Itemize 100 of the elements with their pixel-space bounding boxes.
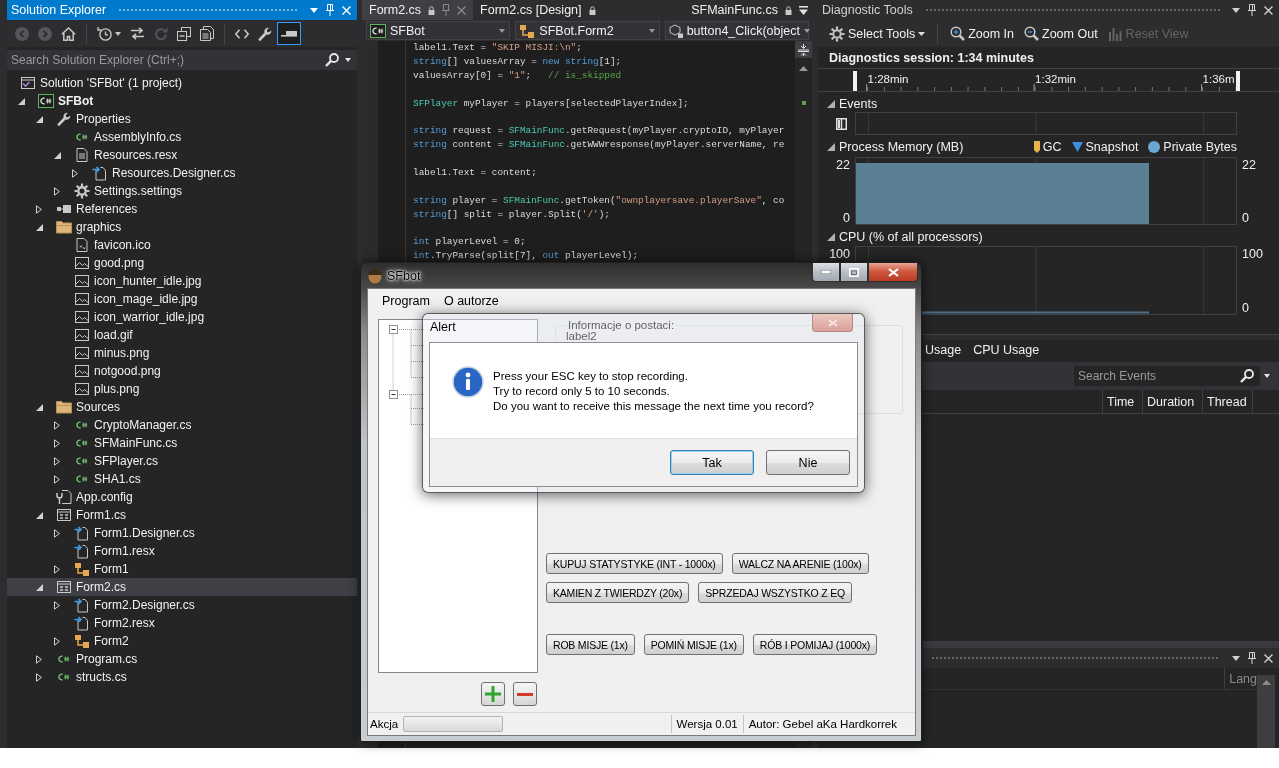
tree-item[interactable]: load.gif [7,326,357,344]
pause-icon[interactable] [836,117,847,130]
collapsed-arrow-icon[interactable] [36,672,42,682]
menu-item[interactable]: Program [375,294,437,308]
tree-item[interactable]: Form1.cs [7,506,357,524]
tree-item[interactable]: Form1 [7,560,357,578]
collapsed-arrow-icon[interactable] [54,528,60,538]
split-handle-icon[interactable] [798,43,809,56]
tree-item[interactable]: notgood.png [7,362,357,380]
tree-item[interactable]: structs.cs [7,668,357,686]
scroll-up-arrow-icon[interactable] [799,66,808,71]
tree-item[interactable]: Solution 'SFBot' (1 project) [7,74,357,92]
dropdown-caret-icon[interactable] [310,7,318,13]
tree-item[interactable]: App.config [7,488,357,506]
collapsed-arrow-icon[interactable] [54,474,60,484]
expanded-arrow-icon[interactable] [36,403,43,411]
expanded-arrow-icon[interactable] [36,223,43,231]
tree-item[interactable]: icon_hunter_idle.jpg [7,272,357,290]
tree-item[interactable]: Form2.Designer.cs [7,596,357,614]
expanded-arrow-icon[interactable] [827,99,835,108]
tree-item[interactable]: SFPlayer.cs [7,452,357,470]
zoom-out-button[interactable]: Zoom Out [1021,22,1101,45]
column-header[interactable]: Time [1102,390,1142,413]
tree-item[interactable]: Form1.Designer.cs [7,524,357,542]
close-icon[interactable] [1264,5,1273,15]
tree-item[interactable]: SFBot [7,92,357,110]
collapsed-arrow-icon[interactable] [54,636,60,646]
expanded-arrow-icon[interactable] [827,142,835,151]
dropdown-caret-icon[interactable] [1232,7,1240,13]
tree-item[interactable]: favicon.ico [7,236,357,254]
expanded-arrow-icon[interactable] [36,115,43,123]
dropdown-caret-icon[interactable] [1264,374,1270,378]
dialog-button[interactable]: Tak [670,450,754,475]
details-tab[interactable]: Usage [925,343,962,359]
close-icon[interactable] [1264,653,1273,663]
tree-item[interactable]: Form2.cs [7,578,357,596]
tree-item[interactable]: AssemblyInfo.cs [7,128,357,146]
collapsed-arrow-icon[interactable] [36,654,42,664]
tree-item[interactable]: CryptoManager.cs [7,416,357,434]
range-handle[interactable] [1236,71,1240,91]
expanded-arrow-icon[interactable] [36,511,43,519]
scroll-up-arrow-icon[interactable] [1261,680,1271,685]
menu-item[interactable]: O autorze [436,294,506,308]
collapsed-arrow-icon[interactable] [54,456,60,466]
minimize-button[interactable] [812,263,840,282]
tree-item[interactable]: Form1.resx [7,542,357,560]
tree-item[interactable]: Program.cs [7,650,357,668]
tree-item[interactable]: plus.png [7,380,357,398]
action-button[interactable]: WALCZ NA ARENIE (100x) [731,553,869,574]
vertical-scrollbar[interactable] [1257,675,1275,748]
collapse-box-icon[interactable] [389,325,398,334]
zoom-in-button[interactable]: Zoom In [947,22,1018,45]
tree-item[interactable]: Settings.settings [7,182,357,200]
add-button[interactable] [481,682,505,706]
collapsed-arrow-icon[interactable] [72,168,78,178]
search-field[interactable]: Search Solution Explorer (Ctrl+;) [7,50,357,70]
collapsed-arrow-icon[interactable] [54,438,60,448]
tree-item[interactable]: References [7,200,357,218]
action-button[interactable]: POMIŃ MISJE (1x) [643,634,744,655]
tree-item[interactable]: Resources.resx [7,146,357,164]
collapse-box-icon[interactable] [389,390,398,399]
dialog-button[interactable]: Nie [766,450,850,475]
expanded-arrow-icon[interactable] [18,97,25,105]
action-button[interactable]: RÓB I POMIJAJ (1000x) [752,634,878,655]
tree-item[interactable]: icon_warrior_idle.jpg [7,308,357,326]
tree-item[interactable]: Form2 [7,632,357,650]
action-button[interactable]: SPRZEDAJ WSZYSTKO Z EQ [698,582,852,603]
expanded-arrow-icon[interactable] [827,232,835,241]
column-header[interactable]: Thread [1202,390,1252,413]
tab-list-dropdown-icon[interactable] [799,5,808,15]
expanded-arrow-icon[interactable] [36,583,43,591]
maximize-button[interactable] [840,263,868,282]
dropdown-caret-icon[interactable] [1232,655,1240,661]
range-handle[interactable] [853,71,857,91]
navigation-dropdown[interactable]: button4_Click(object [664,21,809,40]
details-tab[interactable]: CPU Usage [973,343,1040,359]
navigation-dropdown[interactable]: SFBot [366,21,511,40]
collapsed-arrow-icon[interactable] [54,600,60,610]
tree-item[interactable]: SFMainFunc.cs [7,434,357,452]
tree-item[interactable]: minus.png [7,344,357,362]
dropdown-caret-icon[interactable] [345,58,351,62]
expanded-arrow-icon[interactable] [54,151,61,159]
collapsed-arrow-icon[interactable] [54,564,60,574]
collapsed-arrow-icon[interactable] [54,420,60,430]
tree-item[interactable]: icon_mage_idle.jpg [7,290,357,308]
tree-item[interactable]: Properties [7,110,357,128]
preview-button[interactable] [277,22,301,45]
select-tools-button[interactable]: Select Tools [826,22,929,45]
pin-icon[interactable] [1248,652,1256,664]
collapsed-arrow-icon[interactable] [36,204,42,214]
tree-item[interactable]: Resources.Designer.cs [7,164,357,182]
search-field[interactable]: Search Events [1074,366,1260,386]
tree-item[interactable]: Sources [7,398,357,416]
action-button[interactable]: KAMIEN Z TWIERDZY (20x) [546,582,690,603]
tree-item[interactable]: graphics [7,218,357,236]
tree-item[interactable]: Form2.resx [7,614,357,632]
action-button[interactable]: KUPUJ STATYSTYKE (INT - 1000x) [546,553,723,574]
tree-item[interactable]: SHA1.cs [7,470,357,488]
tree-item[interactable]: good.png [7,254,357,272]
action-button[interactable]: ROB MISJE (1x) [546,634,635,655]
